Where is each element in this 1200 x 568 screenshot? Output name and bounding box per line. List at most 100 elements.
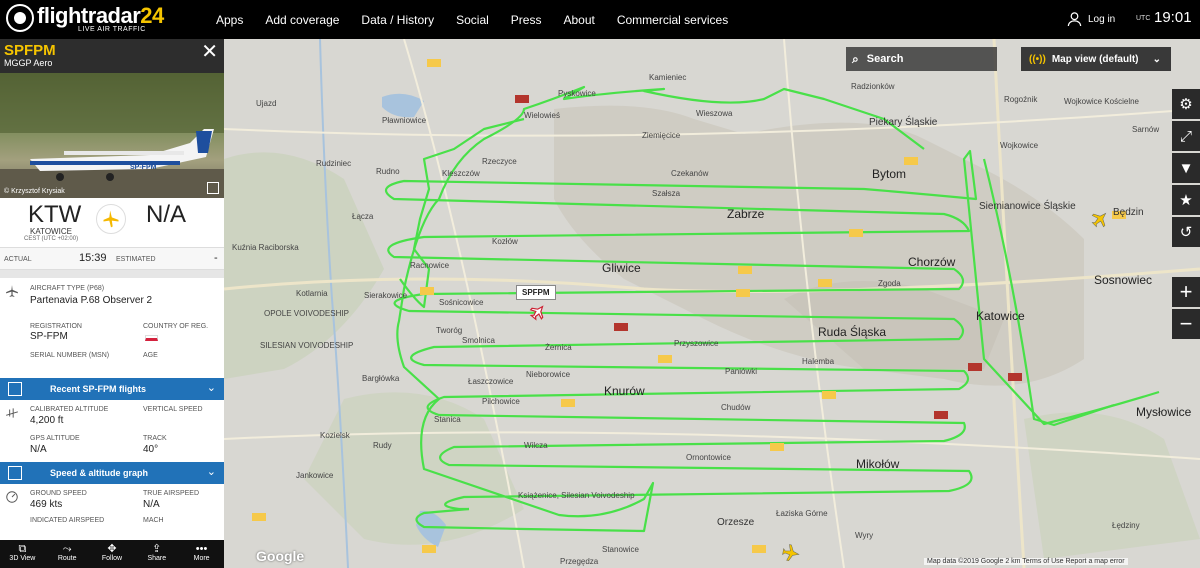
estimated-time: - <box>214 252 218 264</box>
place-label: Rzeczyce <box>482 157 517 166</box>
place-label: Siemianowice Śląskie <box>979 201 1076 212</box>
chevron-down-icon: ⌄ <box>206 466 216 478</box>
nav-add-coverage[interactable]: Add coverage <box>265 13 339 27</box>
aircraft-section: AIRCRAFT TYPE (P68) Partenavia P.68 Obse… <box>0 278 224 378</box>
share-button[interactable]: ⇪ Share <box>134 540 179 568</box>
place-label: Racnowice <box>410 261 450 270</box>
place-label: Wyry <box>855 531 874 540</box>
place-label: Kamieniec <box>649 73 687 82</box>
place-label: Bytom <box>872 167 907 181</box>
ground-speed-label: GROUND SPEED <box>30 490 87 497</box>
place-label: Bargłówka <box>362 374 400 383</box>
place-label: Ujazd <box>256 99 277 108</box>
graph-icon <box>8 466 22 480</box>
zoom-in-button[interactable]: + <box>1172 277 1200 307</box>
place-label: Paniówki <box>725 367 758 376</box>
gps-alt: N/A <box>30 444 47 455</box>
flight-callsign-tag[interactable]: SPFPM <box>516 285 556 300</box>
star-icon[interactable]: ★ <box>1172 185 1200 215</box>
mach-label: MACH <box>143 517 164 524</box>
playback-icon[interactable]: ↺ <box>1172 217 1200 247</box>
search-box[interactable]: ⌕ Search <box>846 47 997 71</box>
broadcast-icon: ((•)) <box>1029 53 1046 65</box>
aircraft-icon <box>6 285 18 297</box>
nav-data-history[interactable]: Data / History <box>361 13 434 27</box>
true-airspeed: N/A <box>143 499 160 510</box>
gps-alt-label: GPS ALTITUDE <box>30 435 80 442</box>
place-label: Szałsza <box>652 189 681 198</box>
place-label: Rudno <box>376 167 400 176</box>
recent-flights-bar[interactable]: Recent SP-FPM flights ⌄ <box>0 378 224 400</box>
place-label: Pławniowice <box>382 116 427 125</box>
place-label: Chudów <box>721 403 751 412</box>
place-label: Kleszczów <box>442 169 480 178</box>
cube-icon: ⧉ <box>18 543 27 555</box>
divider <box>0 270 224 278</box>
other-aircraft-icon[interactable] <box>782 544 801 563</box>
place-label: Rogoźnik <box>1004 95 1038 104</box>
nav-press[interactable]: Press <box>511 13 542 27</box>
place-label: Halemba <box>802 357 835 366</box>
route-button[interactable]: ⤳ Route <box>45 540 90 568</box>
plane-icon <box>96 204 126 234</box>
actual-time: 15:39 <box>79 252 107 264</box>
lake <box>382 93 424 118</box>
place-label: Łaszczowice <box>468 377 514 386</box>
map-view-dropdown[interactable]: ((•)) Map view (default) ⌄ <box>1021 47 1171 71</box>
altitude-section: CALIBRATED ALTITUDE 4,200 ft VERTICAL SP… <box>0 400 224 462</box>
place-label: Wieszowa <box>696 109 733 118</box>
flight-panel-header: SPFPM MGGP Aero ✕ <box>0 39 224 73</box>
origin-code[interactable]: KTW <box>28 201 81 229</box>
place-label: Tworóg <box>436 326 463 335</box>
place-label: Smolnica <box>462 336 495 345</box>
chevron-down-icon: ⌄ <box>1152 53 1161 65</box>
map-attribution[interactable]: Map data ©2019 Google 2 km Terms of Use … <box>924 558 1128 565</box>
flight-map[interactable]: Pyskowice Kamieniec Wieszowa Ziemięcice Piek… <box>224 39 1200 568</box>
more-icon: ••• <box>195 543 208 555</box>
fullscreen-icon[interactable]: ⤢ <box>1172 121 1200 151</box>
nav-commercial-services[interactable]: Commercial services <box>617 13 728 27</box>
photo-credit: © Krzysztof Krysiak <box>4 188 65 195</box>
settings-gear-icon[interactable]: ⚙ <box>1172 89 1200 119</box>
nav-apps[interactable]: Apps <box>216 13 243 27</box>
flight-operator[interactable]: MGGP Aero <box>4 58 52 68</box>
place-label: Będzin <box>1113 207 1144 218</box>
flight-callsign: SPFPM <box>4 42 56 59</box>
utc-label: UTC <box>1136 15 1151 22</box>
close-icon[interactable]: ✕ <box>201 42 218 62</box>
place-label: Kotlarnia <box>296 289 328 298</box>
aircraft-illustration: SP-FPM <box>0 73 224 198</box>
aircraft-photo[interactable]: SP-FPM © Krzysztof Krysiak <box>0 73 224 198</box>
login-button[interactable]: Log in <box>1067 11 1115 27</box>
aircraft-type-label: AIRCRAFT TYPE (P68) <box>30 285 105 292</box>
registration-label: REGISTRATION <box>30 323 82 330</box>
place-label: Łaziska Górne <box>776 509 828 518</box>
estimated-label: ESTIMATED <box>116 256 156 263</box>
place-label: Łędziny <box>1112 521 1140 530</box>
zoom-out-button[interactable]: − <box>1172 309 1200 339</box>
place-label: Czekanów <box>671 169 709 178</box>
place-label: Mysłowice <box>1136 405 1192 419</box>
place-label: Pilchowice <box>482 397 520 406</box>
vspeed-label: VERTICAL SPEED <box>143 406 203 413</box>
nav-social[interactable]: Social <box>456 13 489 27</box>
nav-about[interactable]: About <box>563 13 594 27</box>
filter-icon[interactable]: ▼ <box>1172 153 1200 183</box>
speed-graph-bar[interactable]: Speed & altitude graph ⌄ <box>0 462 224 484</box>
3d-view-button[interactable]: ⧉ 3D View <box>0 540 45 568</box>
origin-city: KATOWICE <box>30 227 72 236</box>
place-label: Mikołów <box>856 457 900 471</box>
expand-icon[interactable] <box>207 182 219 194</box>
other-aircraft-icon[interactable] <box>1089 208 1112 231</box>
user-icon <box>1067 12 1082 27</box>
search-label: Search <box>866 53 904 65</box>
follow-button[interactable]: ✥ Follow <box>90 540 135 568</box>
serial-label: SERIAL NUMBER (MSN) <box>30 352 110 359</box>
place-label: SILESIAN VOIVODESHIP <box>260 341 354 350</box>
speedometer-icon <box>6 491 18 503</box>
actual-label: ACTUAL <box>4 256 32 263</box>
flight-times: ACTUAL 15:39 ESTIMATED - <box>0 248 224 270</box>
more-button[interactable]: ••• More <box>179 540 224 568</box>
place-label: Sierakowice <box>364 291 408 300</box>
calendar-icon <box>8 382 22 396</box>
